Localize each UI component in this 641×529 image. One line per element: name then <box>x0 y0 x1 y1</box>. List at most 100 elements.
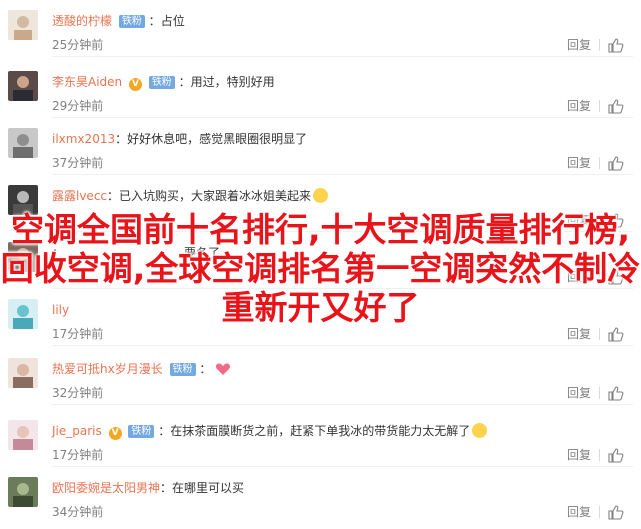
grin-emoji-icon <box>313 188 329 203</box>
comment-item: lily 17分钟前 回复 赞 <box>0 289 641 346</box>
username-link[interactable]: ilxmx2013 <box>52 132 115 146</box>
username-link[interactable]: Jie_paris <box>52 424 102 438</box>
comment-item: 欧阳委婉是太阳男神：在哪里可以买 34分钟前 回复 赞 <box>0 467 641 524</box>
comment-time: 25分钟前 <box>52 38 104 52</box>
reply-button[interactable]: 回复 <box>567 326 591 342</box>
grin-emoji-icon <box>472 423 488 438</box>
thumbs-up-icon[interactable] <box>608 212 624 228</box>
comment-text: 在哪里可以买 <box>172 481 245 495</box>
divider <box>599 387 600 399</box>
comment-item: ： 要冬了 回复 赞 <box>0 232 641 289</box>
fan-badge[interactable]: 铁粉 <box>148 76 175 89</box>
comment-text: 占位 <box>160 14 185 28</box>
comment-line: Jie_paris V 铁粉 ：在抹茶面膜断货之前，赶紧下单我冰的带货能力太无解… <box>52 423 488 440</box>
avatar[interactable] <box>8 242 38 272</box>
reply-button[interactable]: 回复 <box>567 269 591 285</box>
comment-item: 李东昊Aiden V 铁粉 ：用过，特别好用 29分钟前 回复 赞 <box>0 61 641 118</box>
comment-time: 29分钟前 <box>52 99 104 113</box>
thumbs-up-icon[interactable] <box>608 326 624 342</box>
comment-text: 已入坑购买，大家跟着冰冰姐美起来 <box>119 189 312 203</box>
comment-actions: 回复 赞 <box>567 447 627 463</box>
username-link[interactable]: lily <box>52 303 69 317</box>
comment-time: 32分钟前 <box>52 386 104 400</box>
thumbs-up-icon[interactable] <box>608 155 624 171</box>
comment-item: 热爱可抵hx岁月漫长 铁粉 ： 32分钟前 回复 赞 <box>0 348 641 405</box>
divider <box>599 214 600 226</box>
username-link[interactable]: 透酸的柠檬 <box>52 14 112 28</box>
comment-actions: 回复 赞 <box>567 385 627 401</box>
reply-button[interactable]: 回复 <box>567 37 591 53</box>
colon: ： <box>115 132 128 146</box>
fan-badge[interactable]: 铁粉 <box>128 425 155 438</box>
comment-line: 露露lvecc：已入坑购买，大家跟着冰冰姐美起来 <box>52 188 329 204</box>
username-link[interactable]: 露露lvecc <box>52 189 107 203</box>
row-divider <box>52 404 633 405</box>
comment-actions: 回复 赞 <box>567 326 627 342</box>
comment-actions: 回复 赞 <box>567 155 627 171</box>
comment-time: 17分钟前 <box>52 448 104 462</box>
divider <box>599 39 600 51</box>
comment-text: 好好休息吧，感觉黑眼圈很明显了 <box>127 132 308 146</box>
reply-button[interactable]: 回复 <box>567 504 591 520</box>
fan-badge[interactable]: 铁粉 <box>118 15 145 28</box>
avatar[interactable] <box>8 299 38 329</box>
reply-button[interactable]: 回复 <box>567 212 591 228</box>
comment-line: lily <box>52 302 69 318</box>
comment-text: 要冬了 <box>184 246 221 260</box>
colon: ： <box>158 424 171 438</box>
comment-actions: 回复 赞 <box>567 37 627 53</box>
comment-item: 透酸的柠檬 铁粉 ：占位 25分钟前 回复 赞 <box>0 0 641 57</box>
comment-actions: 回复 赞 <box>567 212 627 228</box>
comment-line: ilxmx2013：好好休息吧，感觉黑眼圈很明显了 <box>52 131 307 147</box>
comment-item: Jie_paris V 铁粉 ：在抹茶面膜断货之前，赶紧下单我冰的带货能力太无解… <box>0 410 641 467</box>
heart-emoji-icon <box>216 363 231 375</box>
comment-line: 透酸的柠檬 铁粉 ：占位 <box>52 13 185 29</box>
colon: ： <box>52 246 65 260</box>
divider <box>599 506 600 518</box>
avatar[interactable] <box>8 185 38 215</box>
thumbs-up-icon[interactable] <box>608 37 624 53</box>
divider <box>599 328 600 340</box>
username-link[interactable]: 欧阳委婉是太阳男神 <box>52 481 160 495</box>
comment-time: 37分钟前 <box>52 156 104 170</box>
avatar[interactable] <box>8 10 38 40</box>
thumbs-up-icon[interactable] <box>608 385 624 401</box>
comment-line: 热爱可抵hx岁月漫长 铁粉 ： <box>52 361 231 377</box>
thumbs-up-icon[interactable] <box>608 269 624 285</box>
comment-time: 34分钟前 <box>52 505 104 519</box>
comment-text: 在抹茶面膜断货之前，赶紧下单我冰的带货能力太无解了 <box>170 424 471 438</box>
comment-line: ： 要冬了 <box>52 245 220 261</box>
avatar[interactable] <box>8 420 38 450</box>
comment-actions: 回复 赞 <box>567 269 627 285</box>
divider <box>599 271 600 283</box>
row-divider <box>52 345 633 346</box>
row-divider <box>52 56 633 57</box>
comment-actions: 回复 赞 <box>567 504 627 520</box>
avatar[interactable] <box>8 71 38 101</box>
fan-badge[interactable]: 铁粉 <box>169 363 196 376</box>
colon: ： <box>199 362 212 376</box>
avatar[interactable] <box>8 128 38 158</box>
comment-line: 李东昊Aiden V 铁粉 ：用过，特别好用 <box>52 74 275 91</box>
thumbs-up-icon[interactable] <box>608 504 624 520</box>
comment-item: ilxmx2013：好好休息吧，感觉黑眼圈很明显了 37分钟前 回复 赞 <box>0 118 641 175</box>
username-link[interactable]: 李东昊Aiden <box>52 75 122 89</box>
reply-button[interactable]: 回复 <box>567 98 591 114</box>
divider <box>599 157 600 169</box>
comment-text: 用过，特别好用 <box>190 75 275 89</box>
comment-item: 露露lvecc：已入坑购买，大家跟着冰冰姐美起来 回复 赞 <box>0 175 641 232</box>
verified-v-icon: V <box>108 427 122 440</box>
comment-actions: 回复 赞 <box>567 98 627 114</box>
divider <box>599 449 600 461</box>
thumbs-up-icon[interactable] <box>608 447 624 463</box>
reply-button[interactable]: 回复 <box>567 447 591 463</box>
verified-v-icon: V <box>128 78 142 91</box>
reply-button[interactable]: 回复 <box>567 385 591 401</box>
reply-button[interactable]: 回复 <box>567 155 591 171</box>
colon: ： <box>178 75 191 89</box>
avatar[interactable] <box>8 477 38 507</box>
username-link[interactable]: 热爱可抵hx岁月漫长 <box>52 362 163 376</box>
thumbs-up-icon[interactable] <box>608 98 624 114</box>
comment-time: 17分钟前 <box>52 327 104 341</box>
avatar[interactable] <box>8 358 38 388</box>
